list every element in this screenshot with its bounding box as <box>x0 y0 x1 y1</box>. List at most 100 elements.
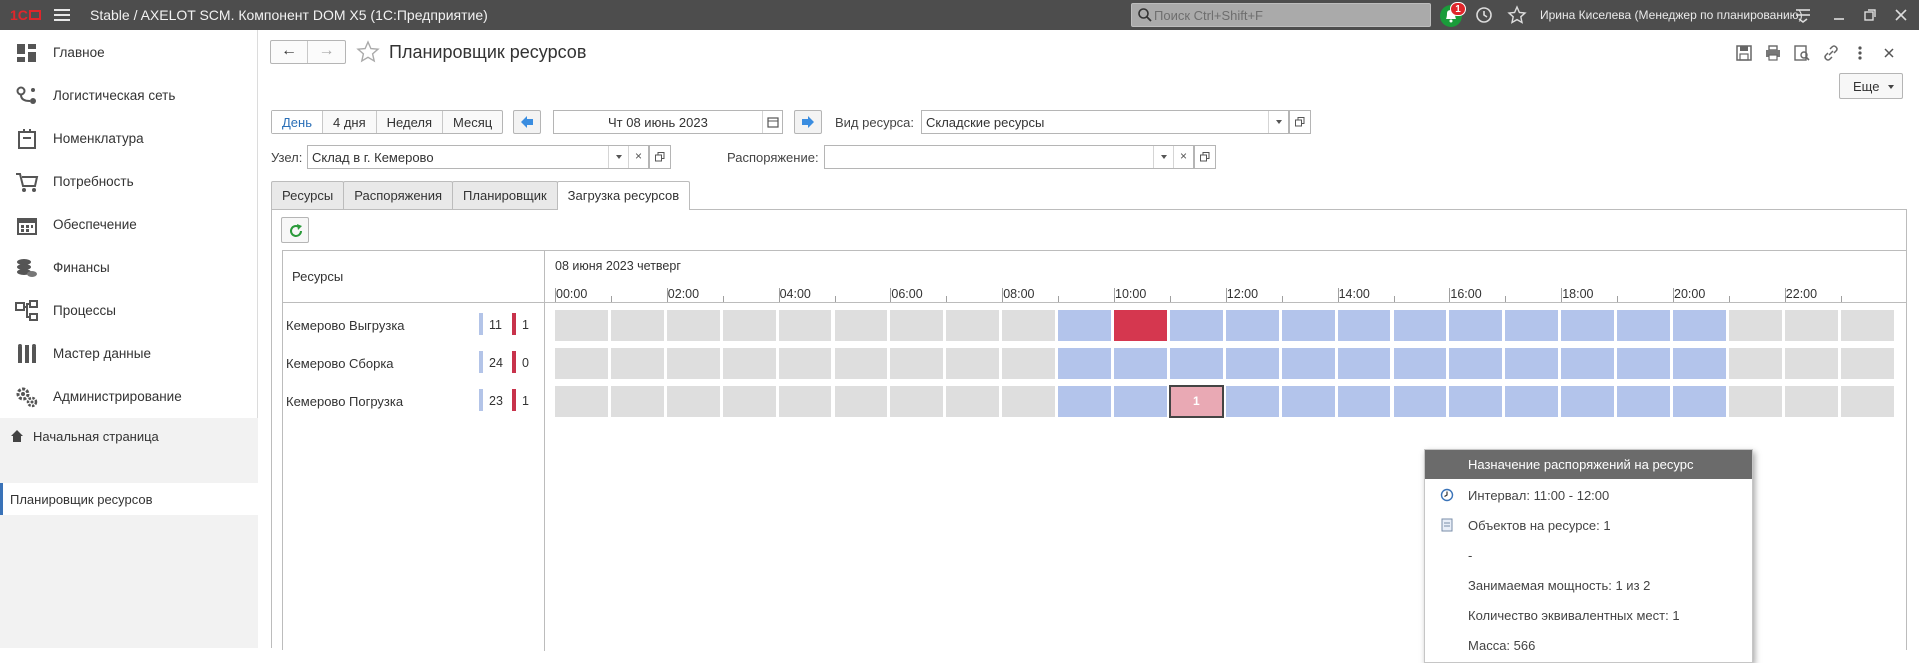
load-slot[interactable] <box>1449 348 1503 379</box>
load-slot[interactable] <box>946 310 1000 341</box>
resource-name[interactable]: Кемерово Выгрузка <box>286 318 405 333</box>
load-slot[interactable] <box>1449 310 1503 341</box>
load-slot[interactable] <box>1617 310 1670 341</box>
forward-button[interactable]: → <box>308 41 345 63</box>
load-slot[interactable] <box>1002 348 1056 379</box>
notifications-button[interactable]: 1 <box>1438 2 1466 28</box>
load-slot[interactable] <box>1505 348 1559 379</box>
load-slot[interactable] <box>1617 348 1670 379</box>
prev-date-button[interactable] <box>513 110 541 134</box>
more-vertical-icon[interactable] <box>1851 44 1869 62</box>
load-slot[interactable] <box>722 386 776 417</box>
load-slot[interactable] <box>1728 310 1782 341</box>
next-date-button[interactable] <box>794 110 822 134</box>
load-slot[interactable] <box>946 348 1000 379</box>
load-slot[interactable] <box>1002 310 1056 341</box>
load-slot[interactable] <box>1114 310 1167 341</box>
load-slot[interactable] <box>1337 310 1391 341</box>
sidebar-item-demand[interactable]: Потребность <box>0 161 258 203</box>
load-slot[interactable] <box>1784 348 1838 379</box>
load-slot[interactable] <box>555 348 608 379</box>
back-button[interactable]: ← <box>271 41 308 63</box>
node-dropdown[interactable] <box>608 146 628 168</box>
load-slot[interactable] <box>1225 348 1279 379</box>
add-favorite-star-icon[interactable] <box>356 40 380 64</box>
calendar-picker-button[interactable] <box>762 111 782 133</box>
load-slot[interactable] <box>834 386 888 417</box>
node-clear-button[interactable]: × <box>628 146 648 168</box>
load-slot[interactable] <box>1561 348 1615 379</box>
minimize-icon[interactable] <box>1829 5 1849 25</box>
period-week-button[interactable]: Неделя <box>377 111 443 133</box>
load-slot[interactable] <box>1673 310 1726 341</box>
load-slot[interactable] <box>1840 310 1894 341</box>
load-slot[interactable] <box>1617 386 1670 417</box>
load-slot[interactable] <box>1393 310 1447 341</box>
date-field[interactable]: Чт 08 июнь 2023 <box>553 110 783 134</box>
load-slot[interactable] <box>722 348 776 379</box>
tab-resource-load[interactable]: Загрузка ресурсов <box>556 181 691 210</box>
load-slot[interactable] <box>1058 310 1111 341</box>
load-slot[interactable] <box>778 348 832 379</box>
link-icon[interactable] <box>1822 44 1840 62</box>
refresh-button[interactable] <box>281 217 309 243</box>
load-slot[interactable] <box>890 348 944 379</box>
node-field[interactable]: Склад в г. Кемерово × <box>307 145 649 169</box>
popup-header[interactable]: Назначение распоряжений на ресурс <box>1425 450 1752 479</box>
load-slot[interactable] <box>1337 348 1391 379</box>
load-slot[interactable] <box>1840 386 1894 417</box>
load-slot[interactable] <box>1393 348 1447 379</box>
sidebar-item-processes[interactable]: Процессы <box>0 290 258 332</box>
load-slot[interactable] <box>1281 348 1335 379</box>
load-slot[interactable] <box>1337 386 1391 417</box>
resource-type-dropdown[interactable] <box>1268 111 1288 133</box>
period-day-button[interactable]: День <box>272 111 323 133</box>
resource-name[interactable]: Кемерово Сборка <box>286 356 394 371</box>
load-slot[interactable] <box>890 386 944 417</box>
load-slot[interactable] <box>890 310 944 341</box>
load-slot[interactable] <box>1728 348 1782 379</box>
search-box[interactable] <box>1131 3 1431 27</box>
order-open-button[interactable] <box>1194 145 1216 169</box>
load-slot[interactable] <box>1225 386 1279 417</box>
tab-orders[interactable]: Распоряжения <box>343 181 454 209</box>
order-clear-button[interactable]: × <box>1173 146 1193 168</box>
history-icon[interactable] <box>1474 5 1494 25</box>
load-slot[interactable] <box>610 310 664 341</box>
load-slot[interactable] <box>610 386 664 417</box>
sidebar-item-finance[interactable]: Финансы <box>0 247 258 289</box>
load-slot[interactable] <box>722 310 776 341</box>
load-slot[interactable] <box>1784 386 1838 417</box>
period-month-button[interactable]: Месяц <box>443 111 502 133</box>
load-slot[interactable] <box>946 386 1000 417</box>
preview-icon[interactable] <box>1793 44 1811 62</box>
load-slot[interactable] <box>1673 386 1726 417</box>
load-slot[interactable] <box>778 310 832 341</box>
period-4days-button[interactable]: 4 дня <box>323 111 377 133</box>
favorites-star-icon[interactable] <box>1507 5 1527 25</box>
print-icon[interactable] <box>1764 44 1782 62</box>
load-slot[interactable] <box>1114 348 1167 379</box>
order-dropdown[interactable] <box>1153 146 1173 168</box>
load-slot[interactable] <box>834 348 888 379</box>
sidebar-item-main[interactable]: Главное <box>0 32 258 74</box>
order-field[interactable]: × <box>824 145 1194 169</box>
search-input[interactable] <box>1154 6 1424 24</box>
sidebar-item-network[interactable]: Логистическая сеть <box>0 75 258 117</box>
load-slot[interactable] <box>555 386 608 417</box>
load-slot[interactable] <box>1784 310 1838 341</box>
sidebar-item-admin[interactable]: Администрирование <box>0 376 258 418</box>
save-icon[interactable] <box>1735 44 1753 62</box>
load-slot[interactable] <box>1114 386 1167 417</box>
settings-menu-icon[interactable] <box>1793 5 1813 25</box>
load-slot[interactable] <box>1225 310 1279 341</box>
close-icon[interactable] <box>1891 5 1911 25</box>
load-slot[interactable] <box>1449 386 1503 417</box>
load-slot[interactable] <box>1728 386 1782 417</box>
tab-resources[interactable]: Ресурсы <box>271 181 345 209</box>
node-open-button[interactable] <box>649 145 671 169</box>
load-slot[interactable] <box>1505 386 1559 417</box>
menu-icon[interactable] <box>52 6 72 24</box>
tab-planner[interactable]: Планировщик <box>452 181 558 209</box>
load-slot[interactable] <box>666 386 720 417</box>
